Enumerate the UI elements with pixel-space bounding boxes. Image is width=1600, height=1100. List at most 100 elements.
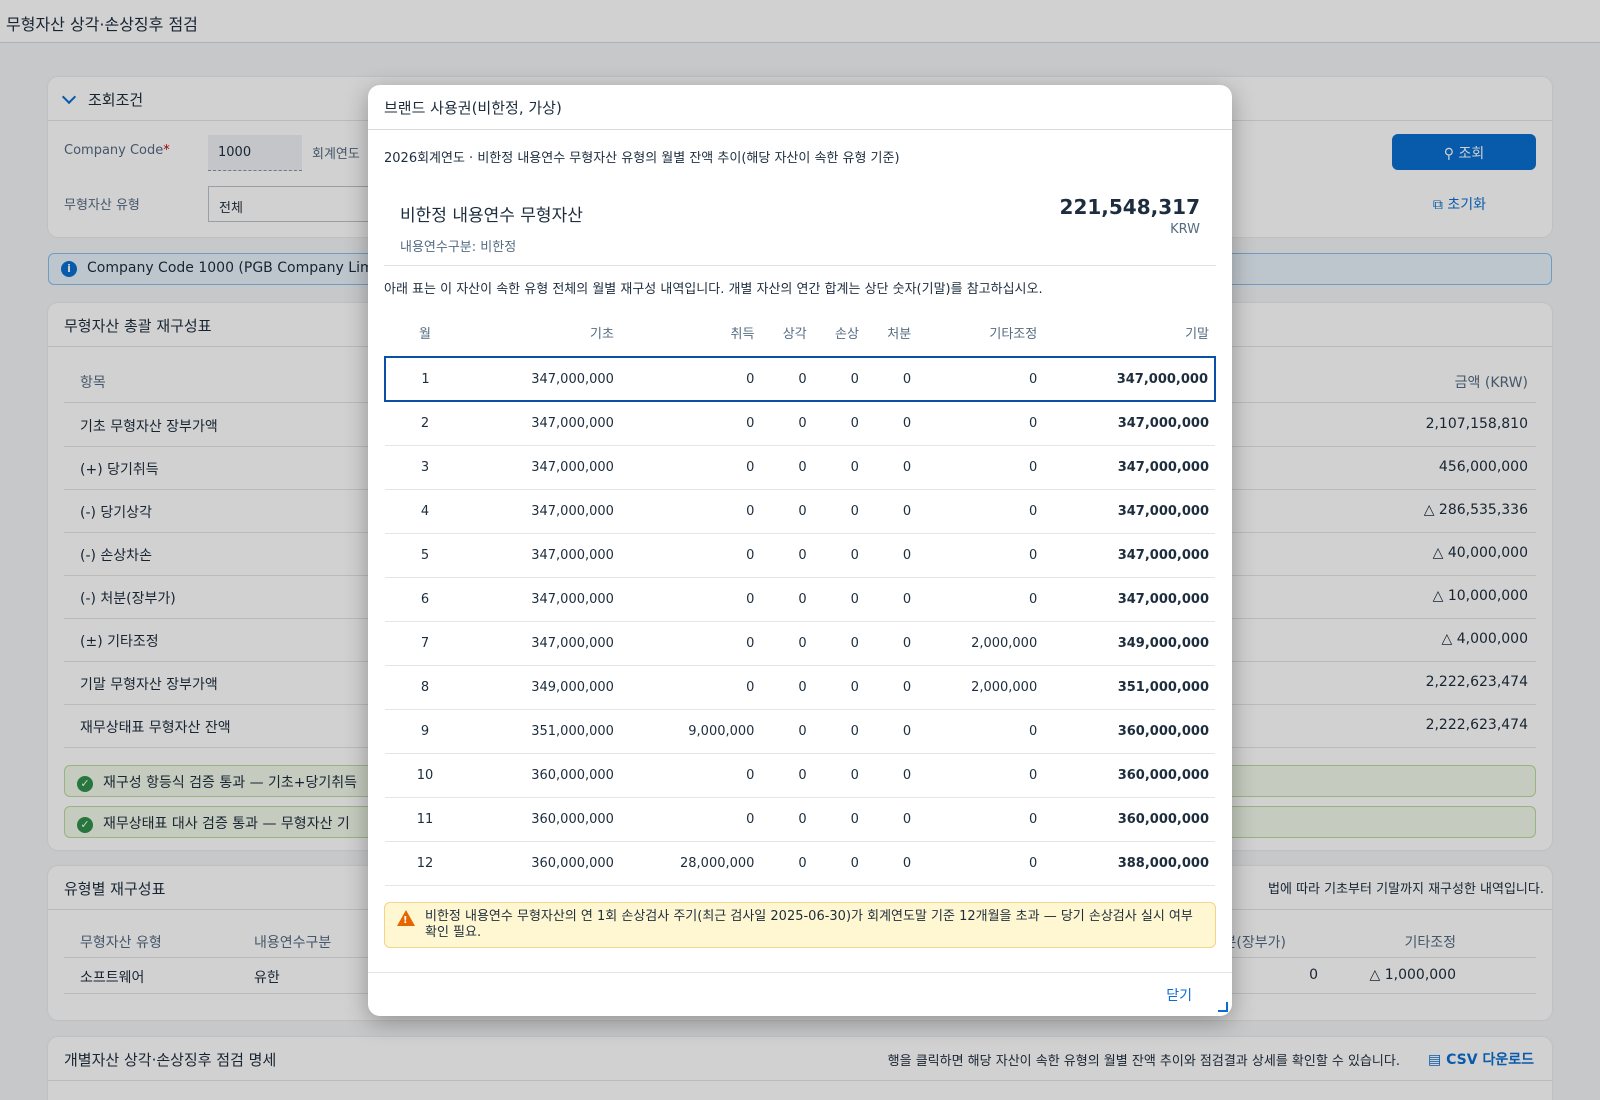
table-cell: 0	[864, 489, 918, 534]
table-cell: 0	[619, 401, 761, 446]
table-cell: 0	[812, 665, 865, 710]
table-cell: 7	[385, 621, 465, 666]
table-cell: 0	[917, 797, 1044, 842]
table-row[interactable]: 9 351,000,000 9,000,000 0 0 0 0 360,000,000	[385, 709, 1215, 754]
table-cell: 0	[917, 533, 1044, 578]
table-cell: 0	[760, 445, 813, 490]
table-row[interactable]: 6 347,000,000 0 0 0 0 0 347,000,000	[385, 577, 1215, 622]
column-header: 기말	[1043, 309, 1215, 358]
column-header: 상각	[760, 309, 813, 358]
table-cell: 349,000,000	[1043, 621, 1215, 666]
table-cell: 10	[385, 753, 465, 798]
column-header: 처분	[864, 309, 918, 358]
table-cell: 0	[917, 401, 1044, 446]
table-cell: 0	[864, 841, 918, 886]
column-header: 월	[385, 309, 465, 358]
table-row[interactable]: 12 360,000,000 28,000,000 0 0 0 0 388,000,000	[385, 841, 1215, 886]
dialog-subtitle: 2026회계연도 · 비한정 내용연수 무형자산 유형의 월별 잔액 추이(해당…	[384, 151, 900, 166]
table-cell: 360,000,000	[465, 841, 620, 886]
table-cell: 0	[917, 841, 1044, 886]
resize-handle-icon[interactable]	[1218, 1002, 1228, 1012]
table-cell: 0	[917, 577, 1044, 622]
table-cell: 0	[812, 841, 865, 886]
table-cell: 1	[384, 356, 465, 402]
table-cell: 347,000,000	[465, 445, 620, 490]
table-cell: 0	[812, 577, 865, 622]
table-cell: 0	[864, 753, 918, 798]
table-cell: 0	[760, 665, 813, 710]
asset-life-label: 내용연수구분: 비한정	[400, 240, 517, 255]
table-cell: 0	[619, 665, 761, 710]
table-cell: 347,000,000	[1043, 445, 1215, 490]
table-cell: 0	[619, 445, 761, 490]
table-cell: 0	[760, 577, 813, 622]
table-cell: 347,000,000	[465, 489, 620, 534]
impairment-warning: ! 비한정 내용연수 무형자산의 연 1회 손상검사 주기(최근 검사일 202…	[384, 901, 1216, 948]
column-header: 기타조정	[917, 309, 1044, 358]
table-cell: 0	[812, 533, 865, 578]
table-cell: 12	[385, 841, 465, 886]
asset-summary-card: 비한정 내용연수 무형자산 내용연수구분: 비한정 221,548,317 KR…	[384, 166, 1216, 266]
table-cell: 0	[864, 665, 918, 710]
table-cell: 0	[619, 621, 761, 666]
table-cell: 4	[385, 489, 465, 534]
table-cell: 0	[917, 709, 1044, 754]
column-header: 취득	[619, 309, 761, 358]
asset-group-name: 비한정 내용연수 무형자산	[400, 206, 583, 226]
table-cell: 3	[385, 445, 465, 490]
dialog-title: 브랜드 사용권(비한정, 가상)	[368, 85, 1232, 130]
table-cell: 351,000,000	[1043, 665, 1215, 710]
table-cell: 0	[812, 445, 865, 490]
table-cell: 0	[812, 797, 865, 842]
table-cell: 347,000,000	[1043, 577, 1215, 622]
table-cell: 0	[917, 753, 1044, 798]
table-row[interactable]: 10 360,000,000 0 0 0 0 0 360,000,000	[385, 753, 1215, 798]
table-cell: 0	[917, 356, 1044, 402]
column-header: 손상	[812, 309, 865, 358]
table-cell: 6	[385, 577, 465, 622]
table-cell: 347,000,000	[465, 401, 620, 446]
table-cell: 0	[812, 621, 865, 666]
table-row[interactable]: 2 347,000,000 0 0 0 0 0 347,000,000	[385, 401, 1215, 446]
table-cell: 347,000,000	[465, 356, 620, 402]
table-cell: 0	[760, 533, 813, 578]
table-cell: 0	[917, 489, 1044, 534]
table-cell: 0	[619, 533, 761, 578]
table-cell: 0	[864, 621, 918, 666]
table-cell: 360,000,000	[465, 797, 620, 842]
dialog-footer: 닫기	[368, 972, 1232, 1016]
table-cell: 0	[864, 577, 918, 622]
table-cell: 0	[760, 401, 813, 446]
asset-currency: KRW	[1170, 222, 1200, 237]
table-cell: 347,000,000	[1043, 533, 1215, 578]
asset-total-amount: 221,548,317	[1059, 195, 1200, 219]
table-row[interactable]: 11 360,000,000 0 0 0 0 0 360,000,000	[385, 797, 1215, 842]
table-cell: 2	[385, 401, 465, 446]
table-cell: 360,000,000	[1043, 797, 1215, 842]
table-cell: 0	[864, 533, 918, 578]
table-row[interactable]: 3 347,000,000 0 0 0 0 0 347,000,000	[385, 445, 1215, 490]
table-cell: 0	[760, 356, 813, 402]
table-cell: 0	[760, 797, 813, 842]
table-cell: 8	[385, 665, 465, 710]
table-row[interactable]: 5 347,000,000 0 0 0 0 0 347,000,000	[385, 533, 1215, 578]
table-cell: 0	[812, 753, 865, 798]
table-cell: 28,000,000	[619, 841, 761, 886]
monthly-balance-dialog: 브랜드 사용권(비한정, 가상) 2026회계연도 · 비한정 내용연수 무형자…	[368, 85, 1232, 1016]
table-cell: 0	[760, 621, 813, 666]
table-row[interactable]: 1 347,000,000 0 0 0 0 0 347,000,000	[384, 356, 1216, 402]
table-cell: 0	[619, 577, 761, 622]
table-cell: 0	[864, 401, 918, 446]
monthly-table: 월 기초 취득 상각 손상 처분 기타조정 기말 1 347,000,000 0 0 0 0 0 347,0…	[384, 309, 1216, 886]
table-row[interactable]: 4 347,000,000 0 0 0 0 0 347,000,000	[385, 489, 1215, 534]
close-button[interactable]: 닫기	[1166, 985, 1192, 1005]
warning-icon: !	[397, 909, 415, 926]
table-row[interactable]: 7 347,000,000 0 0 0 0 2,000,000 349,000,000	[385, 621, 1215, 666]
table-cell: 0	[812, 356, 865, 402]
table-cell: 0	[619, 797, 761, 842]
table-cell: 2,000,000	[917, 665, 1044, 710]
table-cell: 0	[619, 356, 761, 402]
table-cell: 9,000,000	[619, 709, 761, 754]
table-row[interactable]: 8 349,000,000 0 0 0 0 2,000,000 351,000,000	[385, 665, 1215, 710]
table-cell: 347,000,000	[1043, 356, 1216, 402]
